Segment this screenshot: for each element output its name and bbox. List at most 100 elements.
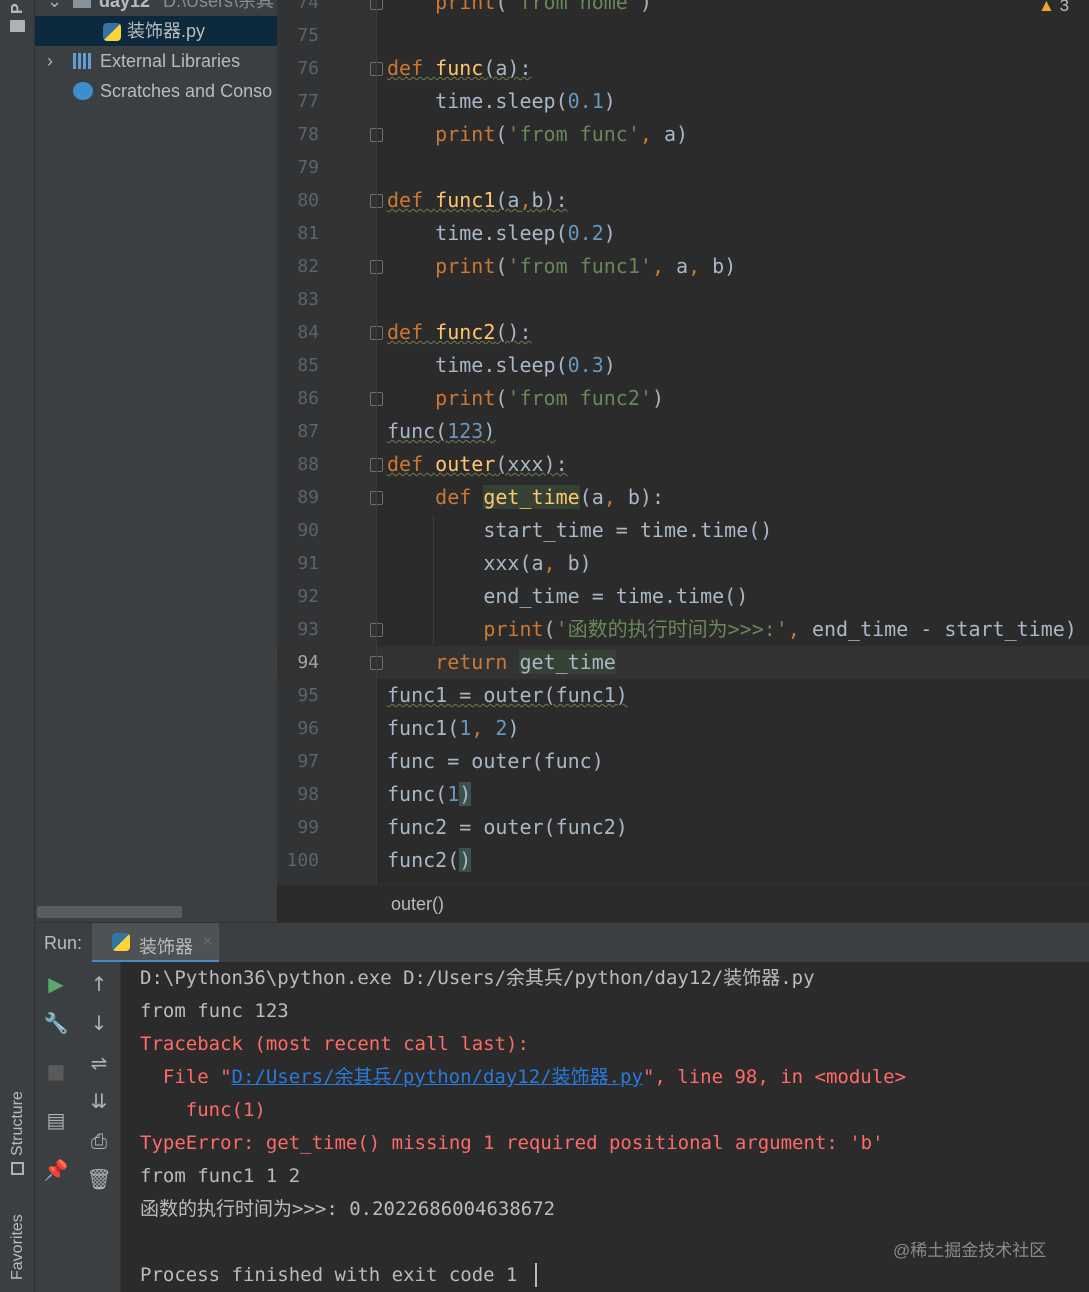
code-line: print('from func1', a, b) <box>435 254 737 278</box>
tree-root-label: day12 <box>99 0 151 11</box>
console-line: TypeError: get_time() missing 1 required… <box>140 1132 884 1154</box>
chevron-right-icon: › <box>47 51 53 71</box>
line-number: 76 <box>297 58 319 79</box>
line-number: 89 <box>297 487 319 508</box>
tree-root[interactable]: ⌄ day12 D:\Users\余其 <box>35 0 277 16</box>
code-line: def func2(): <box>387 320 532 344</box>
console-text: ", line 98, in <module> <box>642 1066 907 1088</box>
folder-icon <box>10 20 25 32</box>
code-line: def func1(a,b): <box>387 188 568 212</box>
line-number: 88 <box>297 454 319 475</box>
code-line: xxx(a, b) <box>387 551 592 575</box>
python-file-icon <box>103 23 121 41</box>
line-number: 93 <box>297 619 319 640</box>
code-line: time.sleep(0.3) <box>387 353 616 377</box>
tree-item-scratches[interactable]: Scratches and Conso <box>35 76 277 106</box>
line-number: 92 <box>297 586 319 607</box>
code-line: func(123) <box>387 419 496 443</box>
line-number: 80 <box>297 190 319 211</box>
pin-icon[interactable]: 📌 <box>44 1158 69 1182</box>
favorites-tab[interactable]: Favorites <box>9 1214 27 1280</box>
code-line: func2() <box>387 848 472 872</box>
run-panel-header: Run: 装饰器 × <box>35 922 1089 963</box>
line-number: 87 <box>297 421 319 442</box>
tree-root-path: D:\Users\余其 <box>163 0 275 11</box>
code-line: def func(a): <box>387 56 532 80</box>
line-number: 91 <box>297 553 319 574</box>
console-line: from func 123 <box>140 1000 289 1022</box>
warning-indicator[interactable]: ▲ 3 <box>1038 0 1069 18</box>
structure-icon <box>11 1162 24 1175</box>
code-line: start_time = time.time() <box>387 518 773 542</box>
line-number: 77 <box>297 91 319 112</box>
trash-icon[interactable]: 🗑 <box>86 1167 111 1191</box>
file-link[interactable]: D:/Users/余其兵/python/day12/装饰器.py <box>232 1066 643 1088</box>
console-line: Traceback (most recent call last): <box>140 1033 529 1055</box>
run-label: Run: <box>44 933 83 953</box>
console-line: Process finished with exit code 1 <box>140 1264 518 1286</box>
line-number: 90 <box>297 520 319 541</box>
line-number: 74 <box>297 0 319 13</box>
run-tab[interactable]: 装饰器 × <box>92 923 219 963</box>
code-line: print('from func', a) <box>435 122 689 146</box>
line-number: 79 <box>297 157 319 178</box>
code-line: func2 = outer(func2) <box>387 815 628 839</box>
horizontal-scrollbar[interactable] <box>37 906 182 918</box>
stop-icon[interactable]: ■ <box>44 1059 68 1083</box>
structure-tab[interactable]: Structure <box>9 1091 27 1156</box>
layout-icon[interactable]: ▤ <box>44 1108 68 1132</box>
project-panel: ⌄ day12 D:\Users\余其 装饰器.py › External Li… <box>35 0 277 922</box>
code-line: def outer(xxx): <box>387 452 568 476</box>
line-number: 95 <box>297 685 319 706</box>
line-number: 97 <box>297 751 319 772</box>
code-line: func = outer(func) <box>387 749 604 773</box>
tree-item-label: Scratches and Conso <box>100 81 273 101</box>
code-line: end_time = time.time() <box>387 584 749 608</box>
line-number: 83 <box>297 289 319 310</box>
python-icon <box>112 933 130 951</box>
code-line: print('函数的执行时间为>>>:', end_time - start_t… <box>483 617 1077 641</box>
scroll-to-end-icon[interactable]: ⇊ <box>87 1089 111 1113</box>
rerun-icon[interactable]: ▶ <box>44 972 68 996</box>
code-line: func1(1, 2) <box>387 716 520 740</box>
indent-guide <box>376 0 377 884</box>
line-number: 86 <box>297 388 319 409</box>
library-icon <box>73 53 93 69</box>
line-number: 84 <box>297 322 319 343</box>
line-number: 82 <box>297 256 319 277</box>
run-tab-label: 装饰器 <box>139 937 193 957</box>
line-number: 98 <box>297 784 319 805</box>
console-text: File " <box>140 1066 232 1088</box>
arrow-down-icon[interactable]: ↓ <box>87 1011 111 1035</box>
line-number: 81 <box>297 223 319 244</box>
line-number: 96 <box>297 718 319 739</box>
close-icon[interactable]: × <box>203 933 212 951</box>
folder-icon <box>73 0 91 8</box>
breadcrumb: outer() <box>277 884 1089 922</box>
soft-wrap-icon[interactable]: ⇌ <box>87 1051 111 1075</box>
code-line: func1 = outer(func1) <box>387 683 628 707</box>
console-line: from func1 1 2 <box>140 1165 301 1187</box>
line-number: 78 <box>297 124 319 145</box>
tree-item-external-libraries[interactable]: › External Libraries <box>35 46 277 76</box>
left-tool-strip: P Structure Favorites <box>0 0 35 1292</box>
code-line: func(1) <box>387 782 472 806</box>
wrench-icon[interactable]: 🔧 <box>44 1011 69 1035</box>
console-line: D:\Python36\python.exe D:/Users/余其兵/pyth… <box>140 967 815 989</box>
tree-item-label: 装饰器.py <box>127 21 206 41</box>
print-icon[interactable]: ⎙ <box>87 1129 111 1153</box>
code-line: print('from home') <box>435 0 652 14</box>
console-line: File "D:/Users/余其兵/python/day12/装饰器.py",… <box>140 1061 906 1094</box>
breadcrumb-item[interactable]: outer() <box>391 894 444 915</box>
console-line: func(1) <box>140 1099 266 1121</box>
line-number: 85 <box>297 355 319 376</box>
code-line: print('from func2') <box>435 386 664 410</box>
warning-icon: ▲ <box>1038 0 1055 15</box>
line-number: 100 <box>286 850 319 871</box>
arrow-up-icon[interactable]: ↑ <box>87 972 111 996</box>
tree-item-label: External Libraries <box>100 51 241 71</box>
project-tab[interactable]: P <box>9 3 27 14</box>
tree-item-file[interactable]: 装饰器.py <box>35 16 277 46</box>
code-line: time.sleep(0.2) <box>387 221 616 245</box>
line-number: 94 <box>297 652 319 673</box>
